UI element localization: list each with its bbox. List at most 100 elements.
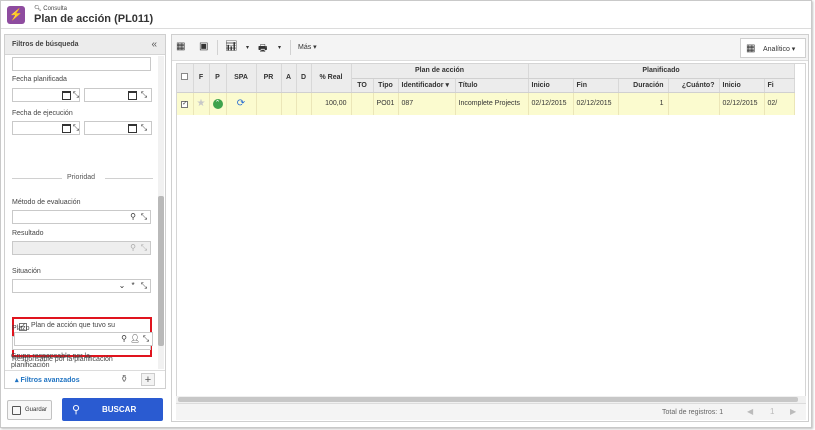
fecha-ejecucion-from-field[interactable]: ⤡	[12, 121, 80, 135]
previous-page-icon[interactable]: ◀	[747, 407, 753, 416]
col-header-p[interactable]: P	[209, 64, 227, 93]
grid-status-bar: Total de registros: 1 ◀ 1 ▶	[176, 403, 806, 420]
responsable-field[interactable]: ⚲ 👤︎ ⤡	[14, 332, 153, 346]
situacion-select[interactable]: ⌄ * ⤡	[12, 279, 151, 293]
grid-horizontal-scrollbar[interactable]	[176, 396, 806, 403]
more-menu-label: Más	[298, 44, 312, 51]
magnifier-icon: 🔍︎	[34, 6, 42, 12]
col-header-spa[interactable]: SPA	[226, 64, 257, 93]
metodo-evaluacion-field[interactable]: ⚲ ⤡	[12, 210, 151, 224]
favorite-cell[interactable]: ★	[193, 92, 210, 115]
advanced-filters-label: Filtros avanzados	[20, 377, 80, 384]
col-header-real[interactable]: % Real	[311, 64, 352, 93]
fin-cell: 02/12/2015	[573, 92, 619, 115]
row-checkbox-cell[interactable]: ✓	[177, 92, 194, 115]
fecha-planificada-to-field[interactable]: ⤡	[84, 88, 152, 102]
row-checkbox[interactable]: ✓	[181, 100, 189, 108]
col-header-fi[interactable]: Fi	[764, 78, 795, 93]
breadcrumb-label: Consulta	[43, 6, 67, 12]
priority-cell: ⌃	[209, 92, 227, 115]
filter-panel-footer: ▴ Filtros avanzados ⚱ +	[5, 370, 165, 388]
chevron-down-icon[interactable]: ▾	[246, 44, 249, 51]
clear-icon[interactable]: ⤡	[139, 122, 149, 134]
inicio-cell: 02/12/2015	[528, 92, 574, 115]
print-icon[interactable]: 🖶︎	[258, 41, 267, 58]
text-field-top[interactable]	[12, 57, 151, 71]
situacion-label: Situación	[12, 268, 41, 275]
collapse-panel-icon[interactable]: «	[151, 39, 157, 50]
view-mode-label: Analítico ▾	[763, 46, 796, 53]
results-toolbar: ▦ ▣ 📊︎ ▾ 🖶︎ ▾ Más ▾ ▦ Analítico ▾	[172, 35, 808, 61]
to-cell	[351, 92, 374, 115]
clear-icon[interactable]: ⤡	[139, 280, 149, 292]
priority-up-icon: ⌃	[212, 98, 223, 109]
col-header-d[interactable]: D	[296, 64, 312, 93]
chevron-down-icon[interactable]: ▾	[278, 44, 281, 51]
advanced-filters-toggle[interactable]: ▴ Filtros avanzados	[15, 376, 80, 384]
scrollbar-thumb[interactable]	[158, 196, 164, 346]
col-header-tipo[interactable]: Tipo	[373, 78, 399, 93]
view-mode-dropdown[interactable]: ▦ Analítico ▾	[740, 38, 806, 58]
fecha-planificada-from-field[interactable]: ⤡	[12, 88, 80, 102]
clear-icon[interactable]: ⤡	[139, 211, 149, 223]
clear-icon[interactable]: ⤡	[71, 89, 81, 101]
select-all-header[interactable]	[177, 64, 194, 93]
col-header-a[interactable]: A	[281, 64, 297, 93]
col-header-titulo[interactable]: Título	[455, 78, 529, 93]
clear-icon[interactable]: ⤡	[139, 89, 149, 101]
sort-desc-icon: ▾	[445, 82, 449, 89]
calendar-icon[interactable]	[128, 91, 137, 100]
fi-cell: 02/	[764, 92, 795, 115]
grupo-responsable-label: Grupo responsable por la planificación	[11, 353, 90, 369]
calendar-icon[interactable]	[62, 91, 71, 100]
save-button[interactable]: Guardar	[7, 400, 52, 420]
asterisk-icon[interactable]: *	[128, 280, 138, 292]
add-filter-icon[interactable]: +	[141, 373, 155, 386]
filter-panel-body: Fecha planificada ⤡ ⤡ Fecha de ejecución…	[5, 55, 157, 370]
search-icon: ⚲	[130, 243, 136, 252]
filter-panel-header: Filtros de búsqueda «	[5, 35, 165, 55]
user-icon[interactable]: 👤︎	[130, 333, 140, 345]
search-button[interactable]: ⚲ BUSCAR	[62, 398, 163, 421]
col-header-pr[interactable]: PR	[256, 64, 282, 93]
search-button-label: BUSCAR	[102, 405, 137, 414]
chart-icon[interactable]: 📊︎	[225, 41, 238, 52]
grid-view-icon[interactable]: ▦	[176, 41, 185, 52]
filter-panel-scrollbar[interactable]	[158, 56, 164, 369]
breadcrumb: 🔍︎ Consulta	[34, 5, 67, 12]
col-header-to[interactable]: TO	[351, 78, 374, 93]
fecha-planificada-label: Fecha planificada	[12, 76, 67, 83]
col-header-inicio-2[interactable]: Inicio	[719, 78, 765, 93]
fecha-ejecucion-to-field[interactable]: ⤡	[84, 121, 152, 135]
results-grid: F P SPA PR A D % Real Plan de acción Pla…	[176, 63, 806, 403]
clear-icon[interactable]: ⤡	[71, 122, 81, 134]
metodo-evaluacion-label: Método de evaluación	[12, 199, 81, 206]
select-all-checkbox[interactable]	[181, 73, 189, 81]
col-header-inicio[interactable]: Inicio	[528, 78, 574, 93]
detail-view-icon[interactable]: ▣	[199, 41, 208, 52]
inicio-2-cell: 02/12/2015	[719, 92, 765, 115]
search-icon[interactable]: ⚲	[119, 333, 129, 345]
col-header-fin[interactable]: Fin	[573, 78, 619, 93]
divider	[12, 178, 62, 179]
scrollbar-thumb[interactable]	[178, 397, 798, 402]
clear-icon[interactable]: ⤡	[141, 333, 151, 345]
table-row[interactable]: ✓ ★ ⌃ ⟳ 100,00 PO01 087 Incomplete Proje…	[177, 92, 795, 115]
more-menu[interactable]: Más ▾	[298, 43, 317, 51]
next-page-icon[interactable]: ▶	[790, 407, 796, 416]
table-icon: ▦	[746, 43, 756, 54]
star-icon[interactable]: ★	[197, 98, 206, 109]
chevron-down-icon[interactable]: ⌄	[117, 280, 127, 292]
col-header-duracion[interactable]: Duración	[618, 78, 669, 93]
broom-icon[interactable]: ⚱	[120, 374, 128, 385]
calendar-icon[interactable]	[62, 124, 71, 133]
calendar-icon[interactable]	[128, 124, 137, 133]
search-icon[interactable]: ⚲	[128, 211, 138, 223]
page-title: Plan de acción (PL011)	[34, 13, 154, 25]
sync-icon: ⟳	[236, 98, 246, 110]
col-header-identificador[interactable]: Identificador ▾	[398, 78, 456, 93]
col-header-cuanto[interactable]: ¿Cuánto?	[668, 78, 720, 93]
group-header-planificado: Planificado	[528, 64, 795, 79]
col-header-f[interactable]: F	[193, 64, 210, 93]
results-table: F P SPA PR A D % Real Plan de acción Pla…	[177, 64, 795, 115]
